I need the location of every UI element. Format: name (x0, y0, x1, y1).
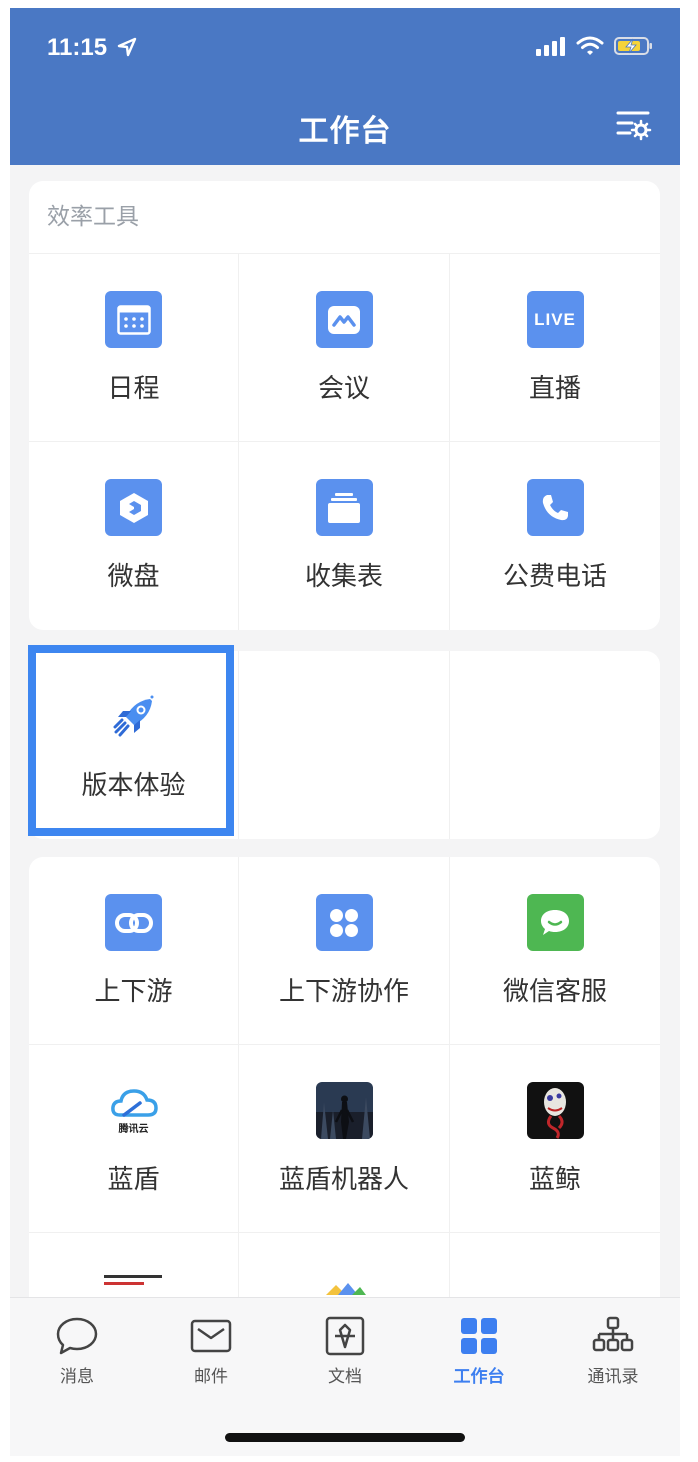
app-calendar[interactable]: 日程 (29, 254, 239, 442)
app-label: 微信客服 (502, 977, 607, 1007)
app-label: 公费电话 (502, 562, 607, 592)
tab-messages[interactable]: 消息 (10, 1316, 144, 1387)
collect-form-icon (315, 479, 373, 536)
tab-workbench[interactable]: 工作台 (412, 1316, 546, 1387)
app-collect-form[interactable]: 收集表 (239, 442, 450, 630)
live-icon: LIVE (526, 291, 584, 348)
section-title: 效率工具 (29, 181, 660, 254)
partial-app-icon (326, 1283, 366, 1295)
app-label: 蓝盾机器人 (278, 1165, 409, 1195)
location-arrow-icon (117, 37, 136, 57)
mail-icon (190, 1319, 232, 1353)
app-label: 会议 (317, 374, 370, 404)
app-version-experience[interactable]: 版本体验 (29, 651, 239, 839)
tab-label: 文档 (328, 1367, 362, 1387)
signal-icon (536, 37, 565, 56)
empty-cell (450, 651, 660, 839)
app-live[interactable]: LIVE 直播 (450, 254, 660, 442)
empty-cell (239, 651, 450, 839)
status-indicators (536, 36, 654, 56)
live-icon-text: LIVE (534, 309, 576, 329)
app-label: 蓝盾 (107, 1165, 160, 1195)
app-upstream-downstream[interactable]: 上下游 (29, 857, 239, 1045)
tab-label: 工作台 (453, 1367, 505, 1387)
home-indicator (225, 1433, 465, 1442)
list-settings-icon (616, 111, 652, 141)
tencent-cloud-icon: 腾讯云 (105, 1082, 162, 1139)
meeting-icon (315, 291, 373, 348)
drive-icon (105, 479, 162, 536)
version-experience-card: 版本体验 (29, 651, 660, 839)
app-label: 收集表 (304, 562, 383, 592)
clover-icon (315, 894, 373, 951)
app-label: 微盘 (107, 562, 160, 592)
efficiency-tools-card: 效率工具 日程 会议 LIVE 直播 微盘 收集表 公费电话 (29, 181, 660, 630)
rocket-icon (105, 688, 162, 745)
wechat-service-icon (526, 894, 584, 951)
tab-label: 通讯录 (587, 1367, 639, 1387)
app-header: 11:15 工作台 (10, 8, 680, 165)
phone-icon (526, 479, 584, 536)
tencent-cloud-text: 腾讯云 (118, 1123, 149, 1135)
link-icon (105, 894, 162, 951)
tab-documents[interactable]: 文档 (278, 1316, 412, 1387)
workbench-settings-button[interactable] (616, 109, 652, 141)
wifi-icon (576, 36, 604, 55)
app-lanshield[interactable]: 腾讯云 蓝盾 (29, 1045, 239, 1233)
app-meeting[interactable]: 会议 (239, 254, 450, 442)
app-upstream-collab[interactable]: 上下游协作 (239, 857, 450, 1045)
app-label: 直播 (528, 374, 581, 404)
robot-thumbnail (315, 1082, 373, 1139)
app-label: 蓝鲸 (528, 1165, 581, 1195)
app-label: 上下游 (94, 977, 173, 1007)
page-title: 工作台 (298, 114, 392, 149)
app-lanshield-robot[interactable]: 蓝盾机器人 (239, 1045, 450, 1233)
tab-mail[interactable]: 邮件 (144, 1316, 278, 1387)
contacts-icon (592, 1316, 634, 1352)
more-apps-card: 上下游 上下游协作 微信客服 腾讯云 蓝盾 蓝盾机器人 蓝鲸 (29, 857, 660, 1317)
app-label: 上下游协作 (278, 977, 409, 1007)
app-label: 版本体验 (81, 771, 186, 801)
app-bluewhale[interactable]: 蓝鲸 (450, 1045, 660, 1233)
battery-icon (614, 37, 652, 55)
tab-label: 邮件 (194, 1367, 228, 1387)
app-drive[interactable]: 微盘 (29, 442, 239, 630)
chat-bubble-icon (56, 1317, 98, 1355)
app-phone[interactable]: 公费电话 (450, 442, 660, 630)
tab-label: 消息 (60, 1367, 94, 1387)
bottom-tab-bar: 消息 邮件 文档 工作台 通讯录 (10, 1297, 680, 1456)
workbench-icon (461, 1318, 497, 1354)
calendar-icon (105, 291, 162, 348)
whale-thumbnail (526, 1082, 584, 1139)
app-wechat-service[interactable]: 微信客服 (450, 857, 660, 1045)
app-label: 日程 (107, 374, 160, 404)
phone-screen: 11:15 工作台 效率工具 日程 会议 LIVE 直播 微盘 收集表 公费电话… (10, 8, 680, 1456)
tab-contacts[interactable]: 通讯录 (546, 1316, 680, 1387)
status-time: 11:15 (47, 34, 138, 62)
partial-doc-thumbnail (103, 1275, 164, 1285)
document-icon (325, 1316, 365, 1356)
